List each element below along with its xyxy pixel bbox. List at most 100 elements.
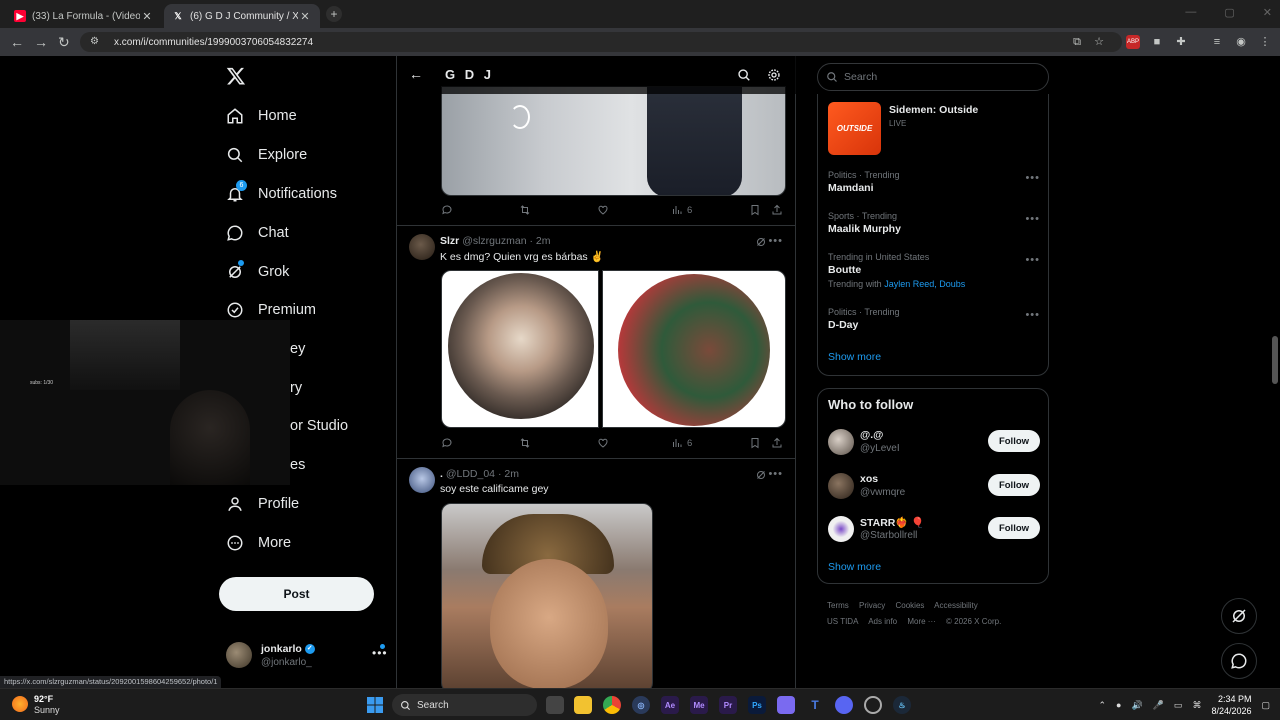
author-handle[interactable]: @slzrguzman <box>462 235 526 247</box>
post-more-icon[interactable]: ••• <box>768 235 783 247</box>
browser-menu-icon[interactable]: ⋮ <box>1258 35 1272 49</box>
footer-link[interactable]: Ads info <box>868 617 897 626</box>
microphone-icon[interactable]: 🎤 <box>1153 700 1164 711</box>
post-image[interactable] <box>441 503 653 688</box>
after-effects-icon[interactable]: Ae <box>661 696 679 714</box>
footer-link[interactable]: Terms <box>827 601 849 610</box>
trend-item[interactable]: Sports · Trending Maalik Murphy ••• <box>828 211 1040 235</box>
post-image-2[interactable] <box>602 270 786 428</box>
like-button[interactable] <box>597 204 609 216</box>
repost-button[interactable] <box>519 204 531 216</box>
nav-profile[interactable]: Profile <box>226 489 299 519</box>
tab-youtube[interactable]: ▶ (33) La Formula - (Video Oficia ✕ <box>6 4 162 28</box>
follow-suggestion[interactable]: xos @vwmqre Follow <box>828 471 1040 503</box>
post-time[interactable]: 2m <box>536 235 551 247</box>
trend-more-icon[interactable]: ••• <box>1025 213 1040 225</box>
live-title[interactable]: Sidemen: Outside <box>889 104 978 116</box>
new-tab-button[interactable]: + <box>326 6 342 22</box>
share-button[interactable] <box>771 204 783 216</box>
site-info-icon[interactable]: ⚙ <box>90 36 102 48</box>
share-button[interactable] <box>771 437 783 449</box>
messages-fab[interactable] <box>1221 643 1257 679</box>
trend-item[interactable]: Politics · Trending Mamdani ••• <box>828 170 1040 194</box>
app-icon[interactable]: ◎ <box>632 696 650 714</box>
nav-chat[interactable]: Chat <box>226 218 289 248</box>
minimize-icon[interactable]: — <box>1185 6 1196 19</box>
chrome-icon[interactable] <box>603 696 621 714</box>
file-explorer-icon[interactable] <box>574 696 592 714</box>
trend-more-icon[interactable]: ••• <box>1025 309 1040 321</box>
nav-partial-1[interactable]: ey <box>290 334 305 364</box>
maximize-icon[interactable]: ▢ <box>1224 6 1234 19</box>
scrollbar-thumb[interactable] <box>1272 336 1278 384</box>
reply-button[interactable] <box>441 437 453 449</box>
follow-suggestion[interactable]: STARR❤️‍🔥 🎈 @Starbollrell Follow <box>828 514 1040 546</box>
author-name[interactable]: Slzr <box>440 235 459 247</box>
avatar[interactable] <box>409 234 435 260</box>
live-thumbnail[interactable]: OUTSIDE <box>828 102 881 155</box>
reload-icon[interactable]: ↻ <box>58 34 70 51</box>
steam-icon[interactable]: ♨ <box>893 696 911 714</box>
grok-fab[interactable] <box>1221 598 1257 634</box>
extension-icon[interactable]: ■ <box>1150 35 1164 49</box>
footer-link[interactable]: US TIDA <box>827 617 858 626</box>
author-handle[interactable]: @LDD_04 <box>446 468 495 480</box>
bookmark-star-icon[interactable]: ☆ <box>1092 35 1106 49</box>
follow-button[interactable]: Follow <box>988 517 1040 539</box>
footer-link[interactable]: Accessibility <box>934 601 978 610</box>
follow-suggestion[interactable]: @.@ @yLeveI Follow <box>828 427 1040 459</box>
search-icon[interactable] <box>737 68 751 82</box>
notifications-icon[interactable]: ▢ <box>1261 700 1270 711</box>
settings-gear-icon[interactable] <box>767 68 781 82</box>
media-controls-icon[interactable]: ≡ <box>1210 35 1224 49</box>
follow-button[interactable]: Follow <box>988 474 1040 496</box>
x-logo-icon[interactable] <box>226 66 246 86</box>
post-image[interactable] <box>441 86 786 196</box>
nav-explore[interactable]: Explore <box>226 140 307 170</box>
trend-more-icon[interactable]: ••• <box>1025 172 1040 184</box>
who-to-follow-show-more-link[interactable]: Show more <box>828 561 881 573</box>
footer-link[interactable]: Cookies <box>895 601 924 610</box>
install-icon[interactable]: ⧉ <box>1070 35 1084 49</box>
app-icon[interactable]: T <box>806 696 824 714</box>
nav-partial-3[interactable]: es <box>290 450 305 480</box>
nav-notifications[interactable]: 6 Notifications <box>226 179 337 209</box>
like-button[interactable] <box>597 437 609 449</box>
nav-partial-2[interactable]: ry <box>290 373 302 403</box>
adblock-extension-icon[interactable]: ABP <box>1126 35 1140 49</box>
volume-icon[interactable]: 🔊 <box>1131 700 1142 711</box>
close-window-icon[interactable]: ✕ <box>1263 6 1272 19</box>
network-icon[interactable]: ⌘ <box>1192 700 1201 711</box>
post-more-icon[interactable]: ••• <box>768 468 783 480</box>
reply-button[interactable] <box>441 204 453 216</box>
author-name[interactable]: . <box>440 468 443 480</box>
avatar[interactable] <box>409 467 435 493</box>
nav-creator-studio[interactable]: or Studio <box>290 411 348 441</box>
grok-icon[interactable] <box>755 469 767 481</box>
footer-link[interactable]: More ··· <box>907 617 935 626</box>
views-button[interactable]: 6 <box>671 437 692 449</box>
address-bar[interactable]: ⚙ x.com/i/communities/199900370605483227… <box>80 32 1122 52</box>
views-button[interactable]: 6 <box>671 204 692 216</box>
taskbar-search[interactable]: Search <box>392 694 537 716</box>
grok-icon[interactable] <box>755 236 767 248</box>
trend-item[interactable]: Trending in United States Boutte Trendin… <box>828 252 1040 289</box>
bookmark-button[interactable] <box>749 204 761 216</box>
app-icon[interactable] <box>777 696 795 714</box>
back-icon[interactable]: ← <box>10 34 24 50</box>
trends-show-more-link[interactable]: Show more <box>828 351 881 363</box>
profile-icon[interactable]: ◉ <box>1234 35 1248 49</box>
display-icon[interactable]: ▭ <box>1174 700 1183 711</box>
search-input[interactable]: Search <box>817 63 1049 91</box>
forward-icon[interactable]: → <box>34 34 48 50</box>
post-button[interactable]: Post <box>219 577 374 611</box>
extensions-puzzle-icon[interactable]: ✚ <box>1174 35 1188 49</box>
account-switcher[interactable]: jonkarlo ✓ @jonkarlo_ ••• <box>226 640 387 672</box>
close-tab-icon[interactable]: ✕ <box>298 10 312 23</box>
clock[interactable]: 2:34 PM 8/24/2026 <box>1211 693 1251 717</box>
close-tab-icon[interactable]: ✕ <box>140 10 154 23</box>
follow-button[interactable]: Follow <box>988 430 1040 452</box>
bookmark-button[interactable] <box>749 437 761 449</box>
nav-grok[interactable]: Grok <box>226 257 289 287</box>
repost-button[interactable] <box>519 437 531 449</box>
